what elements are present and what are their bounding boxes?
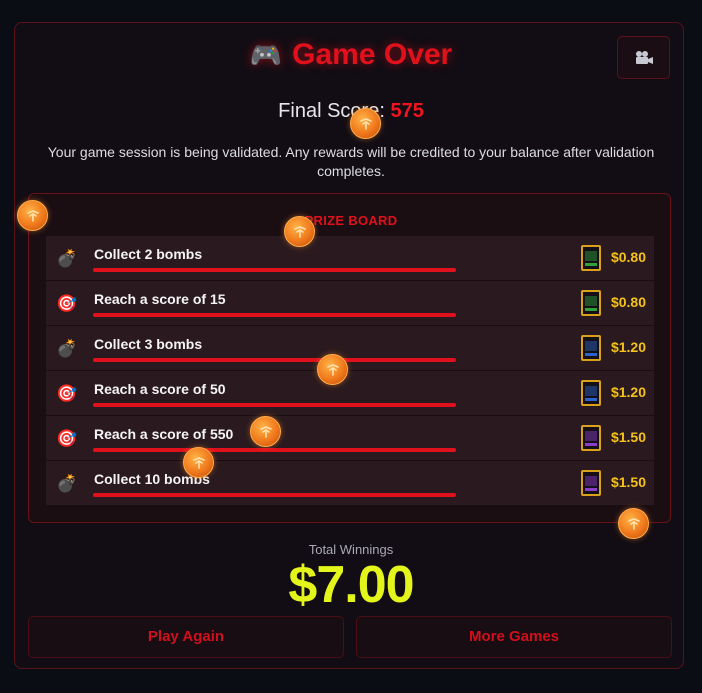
target-icon: 🎯	[56, 429, 78, 448]
prize-row-label: Collect 2 bombs	[94, 246, 203, 262]
validation-notice: Your game session is being validated. An…	[47, 144, 655, 179]
title-text: Game Over	[292, 38, 453, 71]
bomb-icon: 💣	[56, 249, 78, 268]
progress-bar	[93, 403, 456, 407]
progress-bar	[93, 268, 456, 272]
prize-row: 💣 Collect 10 bombs $1.50	[46, 461, 654, 505]
prize-amount: $0.80	[610, 249, 646, 265]
coin-icon	[618, 508, 649, 539]
prize-amount: $1.50	[610, 429, 646, 445]
coin-icon	[284, 216, 315, 247]
coin-icon	[250, 416, 281, 447]
slot-machine-icon	[581, 425, 601, 451]
prize-row-label: Reach a score of 50	[94, 381, 226, 397]
target-icon: 🎯	[56, 384, 78, 403]
slot-machine-icon	[581, 290, 601, 316]
slot-machine-icon	[581, 245, 601, 271]
bomb-icon: 💣	[56, 474, 78, 493]
progress-bar	[93, 313, 456, 317]
page-title: 🎮 Game Over	[0, 38, 702, 72]
prize-row-label: Reach a score of 15	[94, 291, 226, 307]
film-camera-icon	[635, 50, 653, 64]
prize-row: 🎯 Reach a score of 50 $1.20	[46, 371, 654, 415]
gamepad-icon: 🎮	[249, 40, 283, 70]
bomb-icon: 💣	[56, 339, 78, 358]
prize-row-label: Collect 3 bombs	[94, 336, 203, 352]
total-winnings-value: $7.00	[288, 556, 414, 614]
coin-icon	[350, 108, 381, 139]
coin-icon	[317, 354, 348, 385]
prize-amount: $1.50	[610, 474, 646, 490]
slot-machine-icon	[581, 470, 601, 496]
camera-button[interactable]	[617, 36, 670, 79]
more-games-button[interactable]: More Games	[356, 616, 672, 658]
progress-bar	[93, 448, 456, 452]
slot-machine-icon	[581, 380, 601, 406]
target-icon: 🎯	[56, 294, 78, 313]
progress-bar	[93, 493, 456, 497]
prize-row-label: Reach a score of 550	[94, 426, 234, 442]
prize-row: 💣 Collect 3 bombs $1.20	[46, 326, 654, 370]
coin-icon	[17, 200, 48, 231]
prize-row: 🎯 Reach a score of 15 $0.80	[46, 281, 654, 325]
prize-board-title: PRIZE BOARD	[304, 213, 398, 228]
slot-machine-icon	[581, 335, 601, 361]
play-again-button[interactable]: Play Again	[28, 616, 344, 658]
prize-amount: $0.80	[610, 294, 646, 310]
prize-row: 💣 Collect 2 bombs $0.80	[46, 236, 654, 280]
progress-bar	[93, 358, 456, 362]
prize-amount: $1.20	[610, 384, 646, 400]
final-score-value: 575	[390, 100, 424, 122]
prize-amount: $1.20	[610, 339, 646, 355]
coin-icon	[183, 447, 214, 478]
prize-row: 🎯 Reach a score of 550 $1.50	[46, 416, 654, 460]
